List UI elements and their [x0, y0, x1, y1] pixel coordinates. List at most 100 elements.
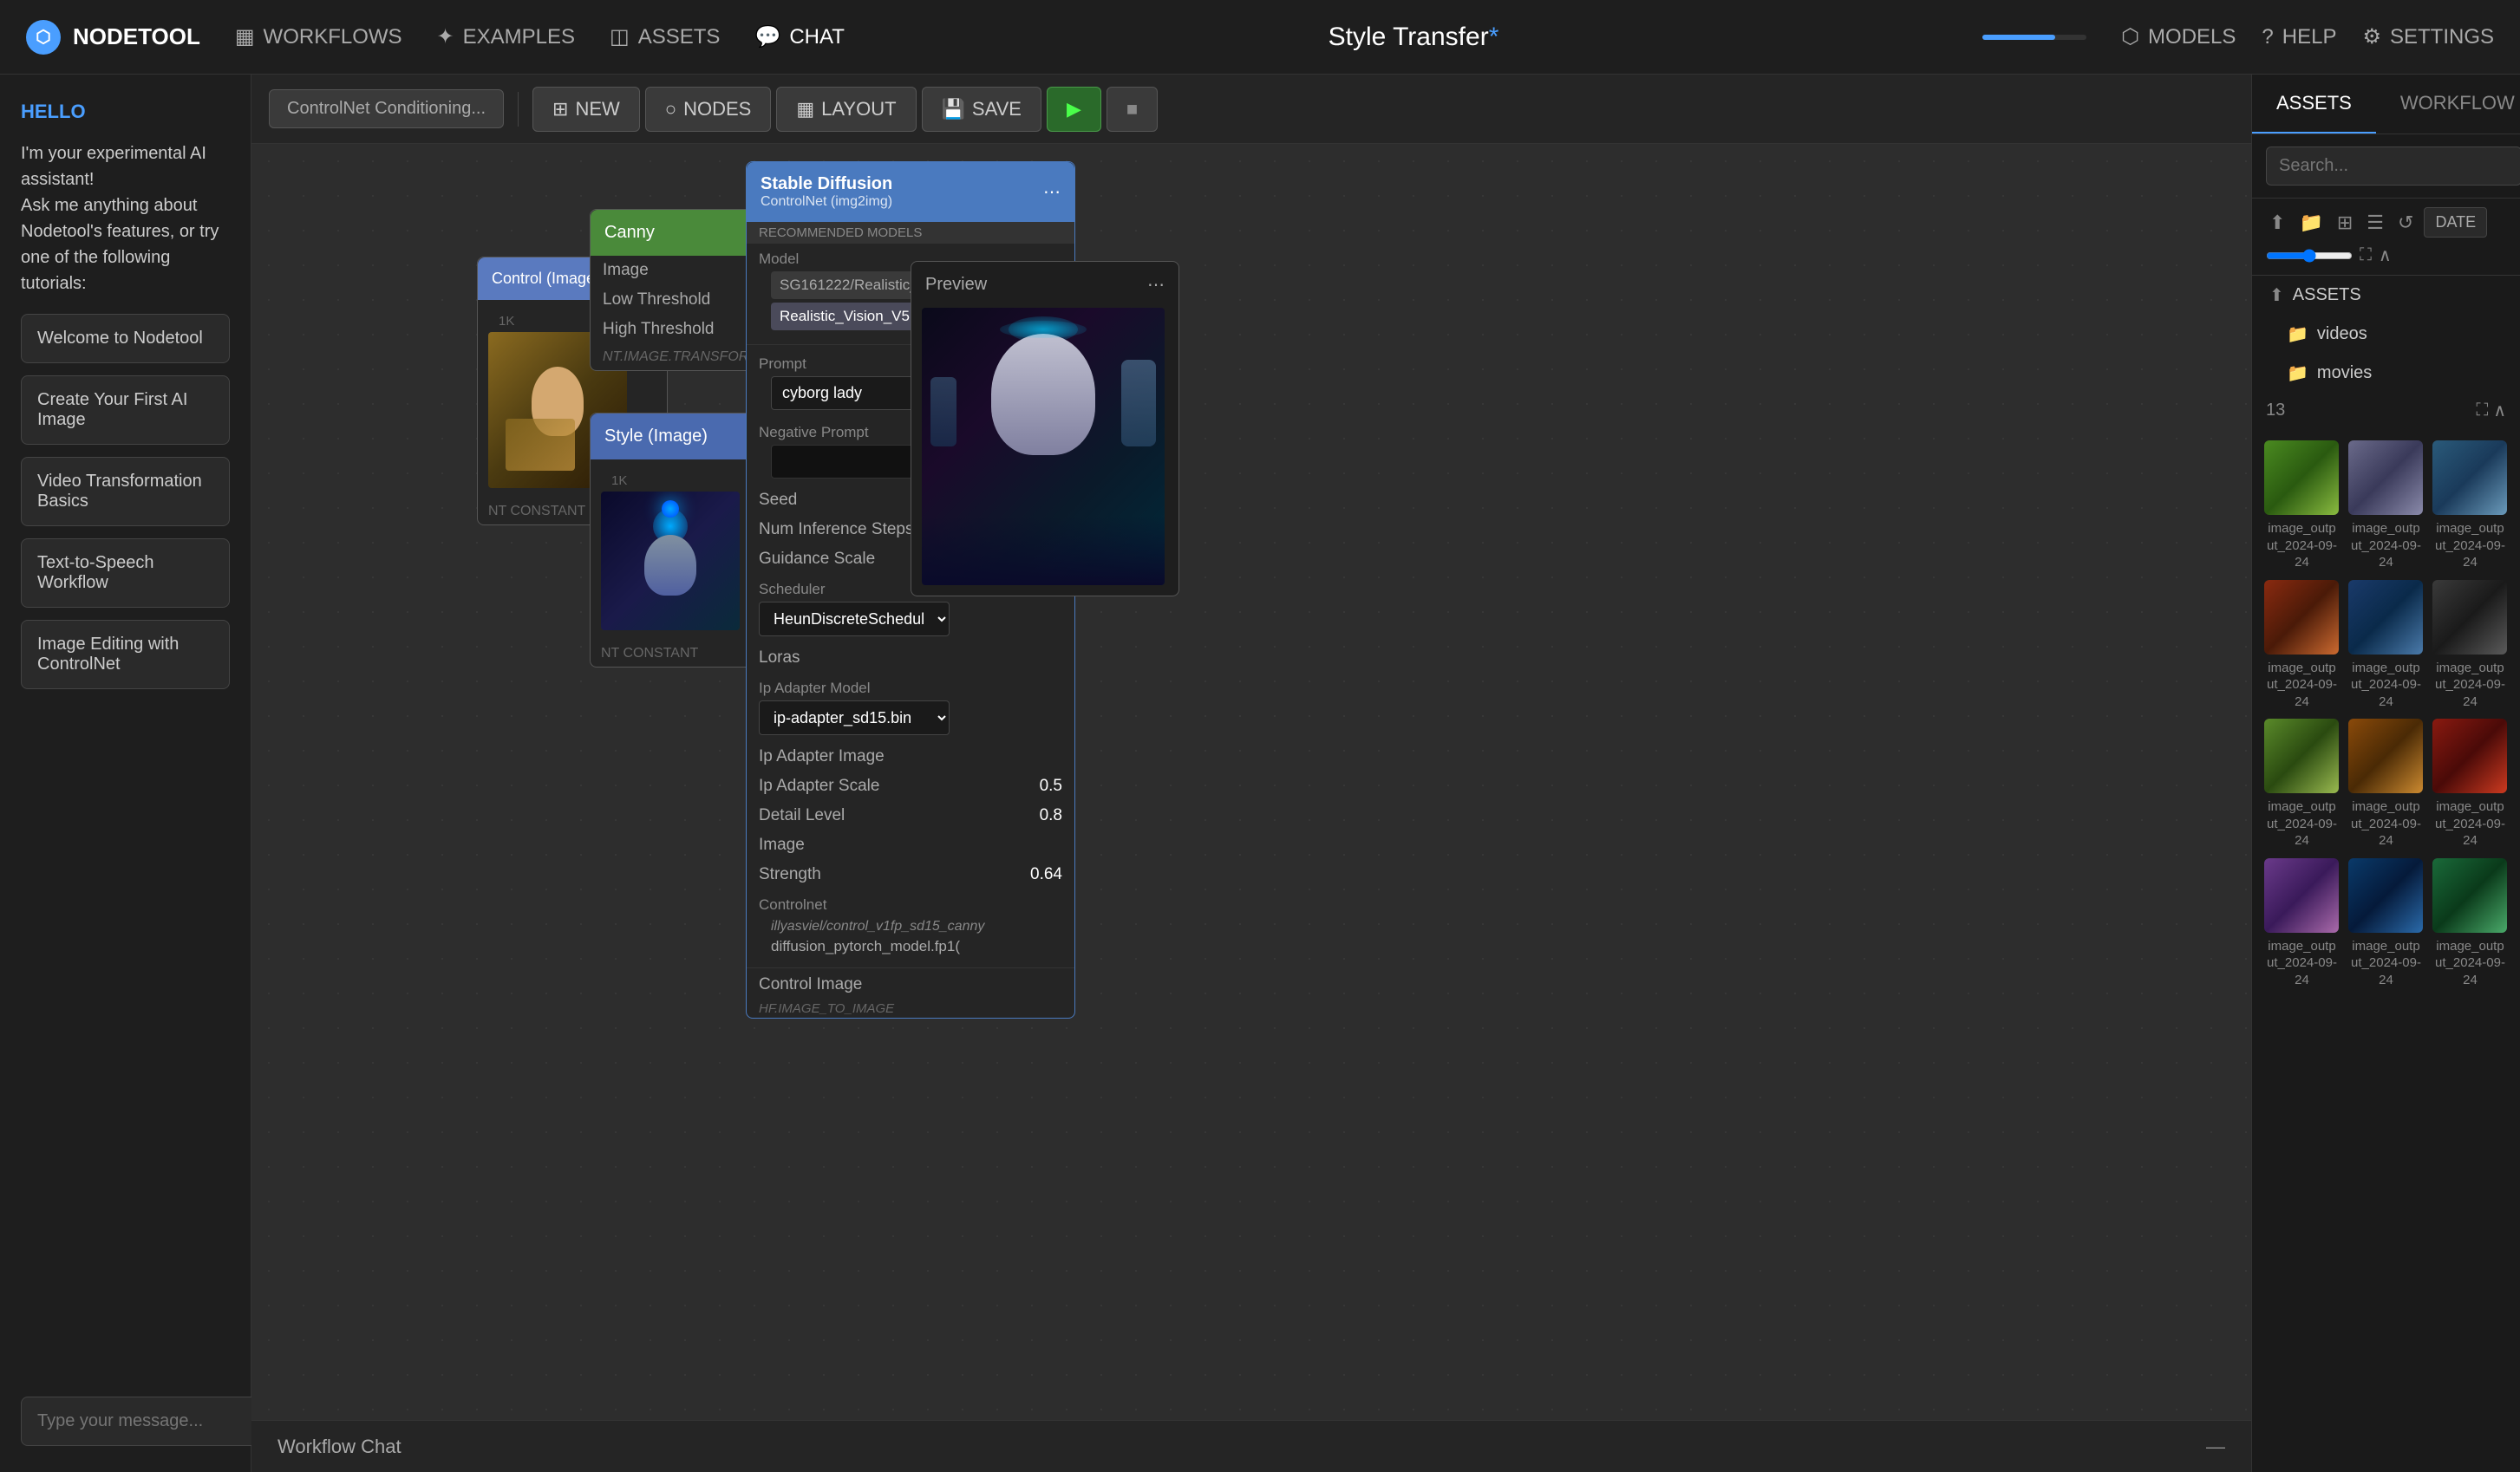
asset-item-1[interactable]: image_outp ut_2024-09-24 [2348, 440, 2424, 571]
asset-item-3[interactable]: image_outp ut_2024-09-24 [2264, 580, 2340, 711]
sd-scheduler-select[interactable]: HeunDiscreteScheduler [759, 602, 950, 636]
asset-item-7[interactable]: image_outp ut_2024-09-24 [2348, 719, 2424, 850]
sd-ip-scale-value: 0.5 [1040, 777, 1062, 796]
asset-label-4: image_outp ut_2024-09-24 [2348, 660, 2424, 711]
grid-view-button[interactable]: ⊞ [2334, 208, 2356, 238]
logo-label: NODETOOL [73, 23, 200, 50]
workflows-icon: ▦ [235, 24, 255, 49]
asset-item-11[interactable]: image_outp ut_2024-09-24 [2432, 858, 2508, 989]
workflow-chat-bar: Workflow Chat — [251, 1420, 2251, 1472]
chat-hello: HELLO [21, 101, 230, 123]
title-area: Style Transfer* [879, 23, 1948, 52]
preview-menu[interactable]: ⋯ [1147, 274, 1165, 296]
sd-steps-label: Num Inference Steps [759, 520, 913, 539]
nav-assets[interactable]: ◫ ASSETS [610, 24, 720, 49]
nodes-icon: ○ [665, 98, 676, 120]
sd-strength-value: 0.64 [1030, 865, 1062, 884]
asset-item-0[interactable]: image_outp ut_2024-09-24 [2264, 440, 2340, 571]
chat-input[interactable] [21, 1397, 284, 1446]
new-folder-button[interactable]: 📁 [2295, 208, 2326, 238]
tutorial-welcome[interactable]: Welcome to Nodetool [21, 314, 230, 363]
chat-icon: 💬 [754, 24, 780, 49]
workflow-chat-label: Workflow Chat [277, 1436, 402, 1458]
nav-chat-label: CHAT [789, 25, 845, 49]
sd-menu[interactable]: ⋯ [1043, 181, 1061, 203]
stop-button[interactable]: ■ [1107, 87, 1158, 132]
sd-ip-model-select[interactable]: ip-adapter_sd15.bin [759, 700, 950, 735]
models-icon: ⬡ [2121, 24, 2139, 49]
sd-title: Stable Diffusion [761, 174, 892, 194]
asset-item-2[interactable]: image_outp ut_2024-09-24 [2432, 440, 2508, 571]
assets-toolbar: ⬆ 📁 ⊞ ☰ ↺ DATE ⛶ ∧ [2252, 199, 2520, 276]
sort-icon[interactable]: ⛶ [2476, 401, 2488, 420]
controlnet-tab[interactable]: ControlNet Conditioning... [269, 89, 504, 128]
tutorial-image-editing[interactable]: Image Editing with ControlNet [21, 620, 230, 689]
nav-settings[interactable]: ⚙ SETTINGS [2362, 24, 2494, 49]
assets-search-area: ✕ [2252, 134, 2520, 199]
sd-controlnet-value1: illyasviel/control_v1fp_sd15_canny [759, 917, 1062, 936]
title-asterisk: * [1489, 23, 1499, 51]
preview-header: Preview ⋯ [911, 262, 1178, 308]
progress-bar [1982, 35, 2086, 40]
nav-chat[interactable]: 💬 CHAT [754, 24, 844, 49]
tutorial-first-ai-image[interactable]: Create Your First AI Image [21, 375, 230, 445]
date-filter-button[interactable]: DATE [2424, 207, 2487, 238]
examples-icon: ✦ [437, 24, 454, 49]
assets-root-label: ASSETS [2293, 285, 2361, 305]
asset-label-2: image_outp ut_2024-09-24 [2432, 520, 2508, 571]
canny-high-threshold-label: High Threshold [603, 320, 715, 339]
preview-panel: Preview ⋯ [911, 261, 1179, 596]
asset-item-8[interactable]: image_outp ut_2024-09-24 [2432, 719, 2508, 850]
nav-assets-label: ASSETS [638, 25, 721, 49]
asset-item-10[interactable]: image_outp ut_2024-09-24 [2348, 858, 2424, 989]
asset-item-5[interactable]: image_outp ut_2024-09-24 [2432, 580, 2508, 711]
upload-button[interactable]: ⬆ [2266, 208, 2288, 238]
upload-folder-item[interactable]: ⬆ ASSETS [2252, 276, 2520, 315]
asset-label-10: image_outp ut_2024-09-24 [2348, 938, 2424, 989]
list-view-button[interactable]: ☰ [2363, 208, 2387, 238]
nav-examples-label: EXAMPLES [463, 25, 575, 49]
asset-label-6: image_outp ut_2024-09-24 [2264, 798, 2340, 850]
chat-intro: I'm your experimental AI assistant!Ask m… [21, 140, 230, 296]
folder-icon: 📁 [2287, 323, 2308, 345]
collapse-icon[interactable]: ∧ [2379, 244, 2392, 266]
logo[interactable]: ⬡ NODETOOL [26, 20, 200, 55]
assets-count: 13 [2266, 401, 2285, 420]
assets-search-input[interactable] [2266, 147, 2520, 186]
asset-item-6[interactable]: image_outp ut_2024-09-24 [2264, 719, 2340, 850]
tutorial-video-transformation[interactable]: Video Transformation Basics [21, 457, 230, 526]
layout-button[interactable]: ▦ LAYOUT [776, 87, 916, 132]
assets-icon: ◫ [610, 24, 630, 49]
tab-workflow[interactable]: WORKFLOW [2376, 75, 2520, 134]
sort-desc-icon[interactable]: ∧ [2493, 400, 2506, 421]
nav-models[interactable]: ⬡ MODELS [2121, 24, 2236, 49]
canvas-area[interactable]: ControlNet Conditioning... ⊞ NEW ○ NODES… [251, 75, 2251, 1472]
refresh-button[interactable]: ↺ [2394, 208, 2417, 238]
thumbnail-size-slider[interactable] [2266, 249, 2353, 263]
asset-label-9: image_outp ut_2024-09-24 [2264, 938, 2340, 989]
nav-examples[interactable]: ✦ EXAMPLES [437, 24, 576, 49]
tab-assets[interactable]: ASSETS [2252, 75, 2376, 134]
movies-folder[interactable]: 📁 movies [2252, 354, 2520, 393]
assets-tabs: ASSETS WORKFLOW [2252, 75, 2520, 134]
asset-item-9[interactable]: image_outp ut_2024-09-24 [2264, 858, 2340, 989]
assets-count-row: 13 ⛶ ∧ [2252, 393, 2520, 428]
videos-folder[interactable]: 📁 videos [2252, 315, 2520, 354]
videos-label: videos [2317, 324, 2367, 344]
new-button[interactable]: ⊞ NEW [532, 87, 640, 132]
tutorial-text-to-speech[interactable]: Text-to-Speech Workflow [21, 538, 230, 608]
save-button[interactable]: 💾 SAVE [922, 87, 1041, 132]
nav-workflows[interactable]: ▦ WORKFLOWS [235, 24, 402, 49]
canny-low-threshold-label: Low Threshold [603, 290, 710, 309]
asset-item-4[interactable]: image_outp ut_2024-09-24 [2348, 580, 2424, 711]
nodes-button[interactable]: ○ NODES [645, 87, 772, 132]
asset-label-1: image_outp ut_2024-09-24 [2348, 520, 2424, 571]
nav-help[interactable]: ? HELP [2262, 25, 2336, 49]
workflow-chat-close[interactable]: — [2206, 1436, 2225, 1458]
expand-icon[interactable]: ⛶ [2360, 245, 2372, 265]
chat-input-area: ➤ [21, 1397, 230, 1446]
nav-workflows-label: WORKFLOWS [264, 25, 402, 49]
play-icon: ▶ [1067, 98, 1081, 120]
play-button[interactable]: ▶ [1047, 87, 1101, 132]
canny-image-label: Image [603, 261, 649, 280]
